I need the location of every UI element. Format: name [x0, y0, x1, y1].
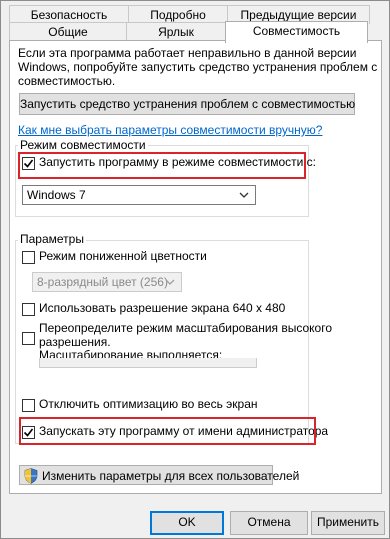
fullscreen-optimization-checkbox[interactable] — [22, 399, 35, 412]
checkmark-icon — [23, 428, 34, 437]
intro-line-3: совместимостью. — [18, 74, 116, 88]
tab-compatibility[interactable]: Совместимость — [225, 21, 368, 43]
resolution-640-checkbox[interactable] — [22, 303, 35, 316]
tab-shortcut[interactable]: Ярлык — [126, 22, 226, 41]
intro-line-1: Если эта программа работает неправильно … — [18, 46, 357, 60]
uac-shield-icon — [24, 468, 38, 490]
ok-button[interactable]: OK — [150, 511, 224, 535]
run-as-admin-label: Запускать эту программу от имени админис… — [39, 424, 329, 438]
tab-general[interactable]: Общие — [9, 22, 127, 41]
params-legend: Параметры — [18, 232, 86, 246]
reduced-color-checkbox[interactable] — [22, 251, 35, 264]
color-depth-value: 8-разрядный цвет (256) — [37, 275, 168, 289]
run-troubleshooter-button[interactable]: Запустить средство устранения проблем с … — [19, 93, 355, 115]
intro-line-2: Windows, попробуйте запустить средство у… — [18, 60, 378, 74]
compatibility-tab-page: Если эта программа работает неправильно … — [9, 40, 382, 494]
reduced-color-label: Режим пониженной цветности — [39, 249, 207, 263]
checkmark-icon — [23, 159, 34, 168]
apply-button[interactable]: Применить — [311, 511, 385, 535]
compat-mode-label: Запустить программу в режиме совместимос… — [39, 155, 316, 169]
dpi-override-label-1: Переопределите режим масштабирования выс… — [39, 321, 333, 335]
compat-mode-legend: Режим совместимости — [18, 138, 148, 152]
cancel-button[interactable]: Отмена — [230, 511, 308, 535]
fullscreen-optimization-label: Отключить оптимизацию во весь экран — [39, 397, 258, 411]
chevron-down-icon — [239, 186, 249, 209]
manual-settings-help-link[interactable]: Как мне выбрать параметры совместимости … — [18, 123, 322, 137]
os-version-value: Windows 7 — [27, 188, 86, 202]
os-version-select[interactable]: Windows 7 — [22, 185, 256, 205]
chevron-down-icon — [165, 273, 175, 296]
color-depth-select[interactable]: 8-разрядный цвет (256) — [32, 272, 182, 292]
dpi-override-label-2: разрешения. — [39, 335, 111, 349]
change-all-users-label: Изменить параметры для всех пользователе… — [42, 469, 300, 483]
resolution-640-label: Использовать разрешение экрана 640 x 480 — [39, 301, 286, 315]
run-as-admin-checkbox[interactable] — [22, 426, 35, 439]
change-all-users-button[interactable]: Изменить параметры для всех пользователе… — [19, 465, 299, 485]
dpi-override-checkbox[interactable] — [22, 332, 35, 345]
dpi-scaling-select[interactable] — [39, 358, 257, 368]
compat-mode-checkbox[interactable] — [22, 157, 35, 170]
